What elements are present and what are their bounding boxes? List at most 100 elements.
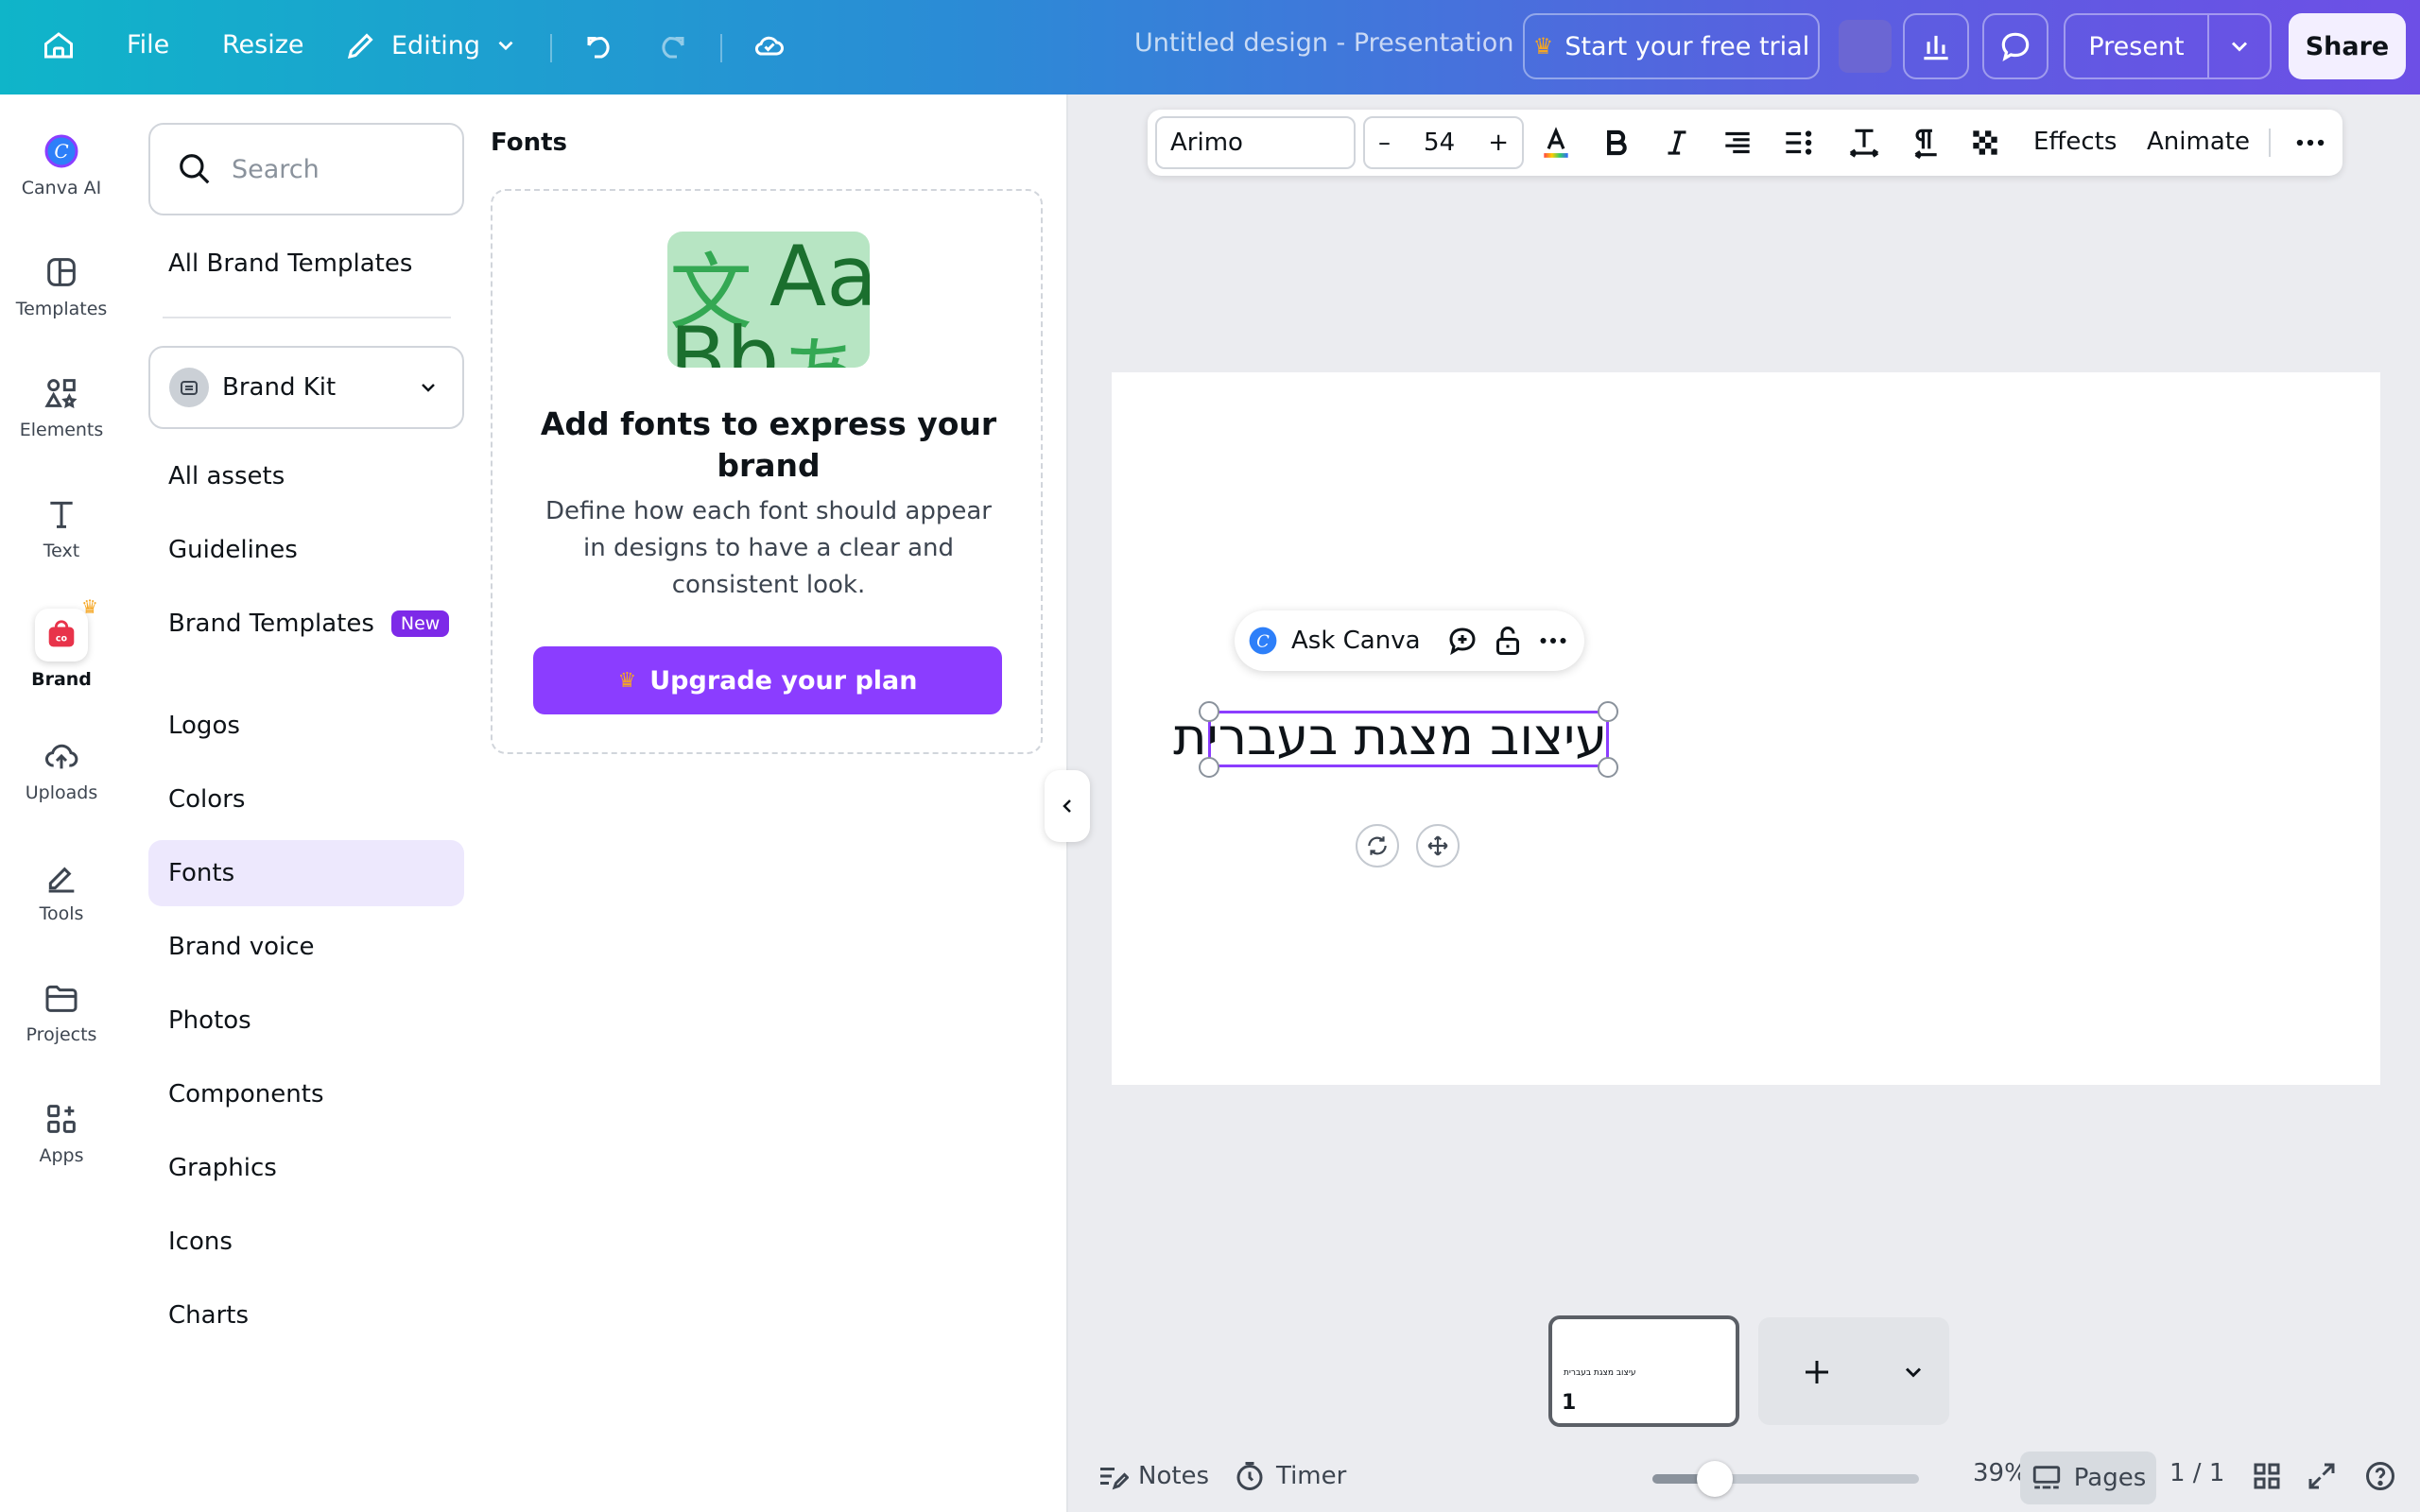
selected-text-element[interactable]: עיצוב מצגת בעברית <box>1173 707 1607 766</box>
ask-canva-toolbar: C Ask Canva <box>1235 610 1584 671</box>
add-page-button[interactable] <box>1758 1317 1949 1425</box>
paragraph-direction-icon <box>1914 129 1937 160</box>
move-icon <box>1427 835 1448 856</box>
more-options-button[interactable] <box>2291 124 2329 162</box>
svg-text:co: co <box>56 634 68 644</box>
notes-button[interactable]: Notes <box>1095 1459 1209 1493</box>
help-button[interactable] <box>2363 1459 2397 1493</box>
nav-graphics[interactable]: Graphics <box>148 1135 464 1201</box>
zoom-slider-handle[interactable] <box>1696 1461 1733 1497</box>
brand-kit-selector[interactable]: Brand Kit <box>148 346 464 429</box>
nav-brand-voice[interactable]: Brand voice <box>148 914 464 980</box>
nav-guidelines[interactable]: Guidelines <box>148 517 464 583</box>
page-thumbnail[interactable]: עיצוב מצגת בעברית 1 <box>1548 1315 1739 1427</box>
transparency-button[interactable] <box>1966 124 2004 162</box>
zoom-slider[interactable] <box>1652 1474 1919 1484</box>
upgrade-plan-button[interactable]: ♛ Upgrade your plan <box>533 646 1002 714</box>
text-color-button[interactable] <box>1537 124 1575 162</box>
fullscreen-button[interactable] <box>2305 1459 2339 1493</box>
nav-logos[interactable]: Logos <box>148 693 464 759</box>
collapse-panel-button[interactable] <box>1045 770 1090 842</box>
editing-mode-button[interactable]: Editing <box>344 28 518 62</box>
text-format-toolbar: Arimo – 54 + Effects Animate <box>1148 110 2342 176</box>
more-horizontal-icon[interactable] <box>1536 624 1570 658</box>
resize-handle-top-right[interactable] <box>1598 701 1618 722</box>
search-input[interactable]: Search <box>148 123 464 215</box>
comments-button[interactable] <box>1982 13 2048 79</box>
nav-photos[interactable]: Photos <box>148 988 464 1054</box>
resize-menu[interactable]: Resize <box>222 30 304 60</box>
brand-kit-icon <box>169 368 209 407</box>
nav-icons[interactable]: Icons <box>148 1209 464 1275</box>
grid-view-button[interactable] <box>2250 1459 2284 1493</box>
document-title[interactable]: Untitled design - Presentation <box>1134 28 1513 58</box>
nav-fonts[interactable]: Fonts <box>148 840 464 906</box>
list-button[interactable] <box>1779 124 1817 162</box>
resize-handle-top-left[interactable] <box>1199 701 1219 722</box>
nav-components[interactable]: Components <box>148 1061 464 1127</box>
chevron-down-icon[interactable] <box>1900 1359 1927 1385</box>
rail-item-templates[interactable]: Templates <box>0 253 123 357</box>
rail-item-projects[interactable]: Projects <box>0 979 123 1083</box>
nav-brand-templates[interactable]: Brand Templates New <box>148 591 464 657</box>
share-button[interactable]: Share <box>2289 13 2406 79</box>
undo-icon <box>587 36 610 59</box>
rotate-handle[interactable] <box>1356 824 1399 868</box>
svg-text:C: C <box>1256 631 1270 651</box>
rail-item-tools[interactable]: Tools <box>0 858 123 962</box>
insights-button[interactable] <box>1903 13 1969 79</box>
decrease-size-button[interactable]: – <box>1378 129 1391 157</box>
chevron-down-icon <box>498 41 513 51</box>
rail-item-brand[interactable]: ♛ co Brand <box>0 595 123 713</box>
page-count: 1 / 1 <box>2169 1459 2225 1487</box>
rail-item-elements[interactable]: Elements <box>0 374 123 478</box>
file-menu[interactable]: File <box>127 30 169 60</box>
canva-ai-icon: C <box>1249 627 1277 655</box>
present-button[interactable]: Present <box>2064 13 2272 79</box>
font-family-selector[interactable]: Arimo <box>1155 116 1356 169</box>
start-free-trial-button[interactable]: ♛ Start your free trial <box>1523 13 1820 79</box>
animate-button[interactable]: Animate <box>2147 128 2250 156</box>
rail-item-text[interactable]: Text <box>0 495 123 599</box>
resize-handle-bottom-right[interactable] <box>1598 757 1618 778</box>
brand-badge: co <box>35 609 88 662</box>
font-size-input[interactable]: 54 <box>1424 129 1455 157</box>
text-direction-button[interactable] <box>1906 124 1944 162</box>
help-icon <box>2366 1462 2394 1490</box>
redo-button[interactable] <box>654 28 688 62</box>
uploads-icon <box>45 744 78 769</box>
nav-all-assets[interactable]: All assets <box>148 443 464 509</box>
svg-text:C: C <box>54 140 68 163</box>
all-brand-templates-link[interactable]: All Brand Templates <box>148 231 464 297</box>
increase-size-button[interactable]: + <box>1488 129 1509 157</box>
apps-icon <box>47 1105 76 1133</box>
nav-charts[interactable]: Charts <box>148 1282 464 1349</box>
avatar[interactable] <box>1832 13 1898 79</box>
more-horizontal-icon <box>2296 139 2325 146</box>
pages-button[interactable]: Pages <box>2020 1452 2156 1504</box>
rail-item-canva-ai[interactable]: C Canva AI <box>0 132 123 236</box>
add-fonts-card: 文 Aa Bb あ Add fonts to express your bran… <box>491 189 1043 754</box>
save-status-button[interactable] <box>752 28 786 62</box>
ask-canva-button[interactable]: Ask Canva <box>1291 627 1421 655</box>
present-options-button[interactable] <box>2207 15 2270 77</box>
italic-button[interactable] <box>1658 124 1696 162</box>
align-right-icon <box>1725 131 1750 154</box>
rail-item-apps[interactable]: Apps <box>0 1100 123 1204</box>
bold-button[interactable] <box>1598 124 1635 162</box>
align-right-button[interactable] <box>1719 124 1756 162</box>
lock-icon[interactable] <box>1491 624 1525 658</box>
toolbar-divider <box>550 34 552 62</box>
home-button[interactable] <box>42 28 76 62</box>
letter-spacing-button[interactable] <box>1845 124 1883 162</box>
expand-icon <box>2308 1463 2335 1489</box>
timer-button[interactable]: Timer <box>1233 1459 1346 1493</box>
move-handle[interactable] <box>1416 824 1460 868</box>
card-description: Define how each font should appear in de… <box>545 497 992 599</box>
nav-colors[interactable]: Colors <box>148 766 464 833</box>
resize-handle-bottom-left[interactable] <box>1199 757 1219 778</box>
undo-button[interactable] <box>583 28 617 62</box>
effects-button[interactable]: Effects <box>2033 128 2117 156</box>
add-comment-icon[interactable] <box>1445 624 1479 658</box>
rail-item-uploads[interactable]: Uploads <box>0 737 123 841</box>
